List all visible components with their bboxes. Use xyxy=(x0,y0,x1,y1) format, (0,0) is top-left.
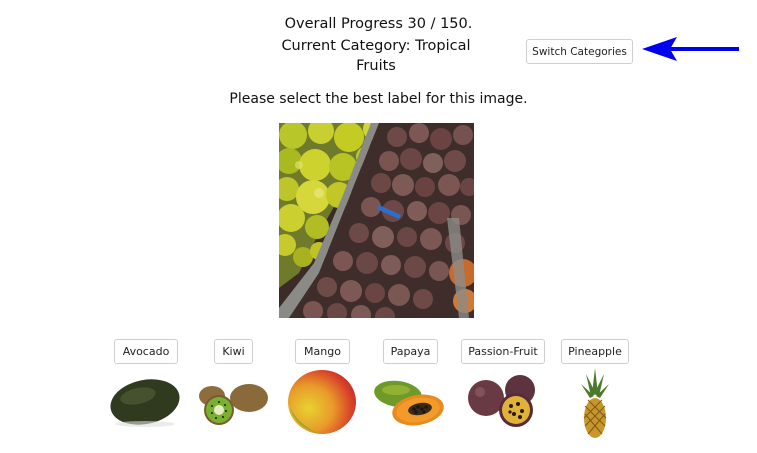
passion-fruit-icon[interactable] xyxy=(466,374,542,428)
progress-text: Overall Progress 30 / 150. xyxy=(284,16,473,32)
label-button-avocado[interactable]: Avocado xyxy=(114,339,178,364)
avocado-icon[interactable] xyxy=(108,374,182,428)
pineapple-icon[interactable] xyxy=(578,368,612,440)
label-button-passion-fruit[interactable]: Passion-Fruit xyxy=(461,339,545,364)
switch-categories-button[interactable]: Switch Categories xyxy=(526,39,633,64)
fruit-display-image xyxy=(279,123,474,318)
kiwi-icon[interactable] xyxy=(197,380,271,426)
papaya-icon[interactable] xyxy=(372,376,448,428)
current-category: Current Category: Tropical Fruits xyxy=(281,38,471,74)
mango-icon[interactable] xyxy=(286,368,358,436)
instruction-text: Please select the best label for this im… xyxy=(229,91,528,107)
pointer-arrow-icon xyxy=(642,37,739,61)
label-button-mango[interactable]: Mango xyxy=(295,339,350,364)
label-button-kiwi[interactable]: Kiwi xyxy=(214,339,253,364)
label-button-papaya[interactable]: Papaya xyxy=(383,339,438,364)
label-button-pineapple[interactable]: Pineapple xyxy=(561,339,629,364)
